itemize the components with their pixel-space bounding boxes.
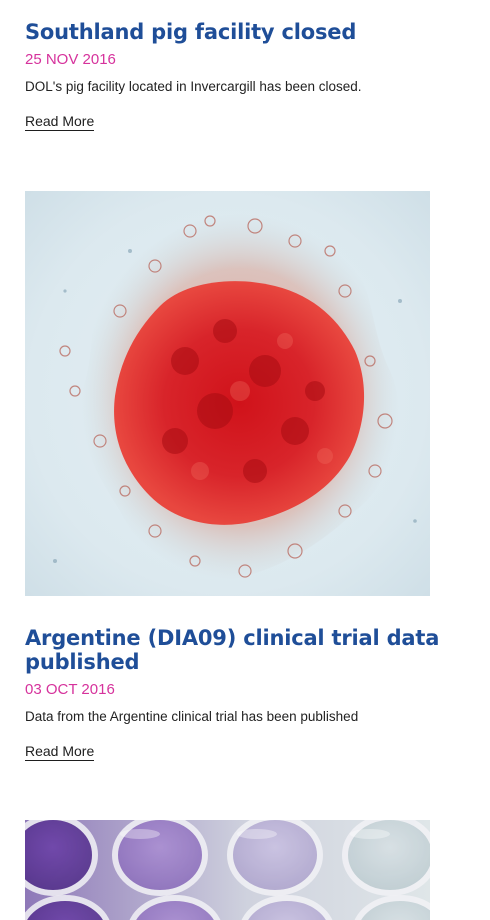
well-plate-image[interactable] — [25, 820, 430, 920]
article-card: Southland pig facility closed 25 NOV 201… — [25, 20, 455, 131]
article-card: Argentine (DIA09) clinical trial data pu… — [25, 626, 455, 761]
article-excerpt: Data from the Argentine clinical trial h… — [25, 709, 359, 724]
islet-micrograph-image[interactable] — [25, 191, 430, 596]
read-more-link[interactable]: Read More — [25, 113, 95, 131]
article-title[interactable]: Argentine (DIA09) clinical trial data pu… — [25, 626, 455, 674]
article-title[interactable]: Southland pig facility closed — [25, 20, 455, 44]
article-date: 25 NOV 2016 — [25, 51, 116, 68]
article-excerpt: DOL's pig facility located in Invercargi… — [25, 79, 362, 94]
read-more-link[interactable]: Read More — [25, 743, 95, 761]
article-date: 03 OCT 2016 — [25, 681, 115, 698]
